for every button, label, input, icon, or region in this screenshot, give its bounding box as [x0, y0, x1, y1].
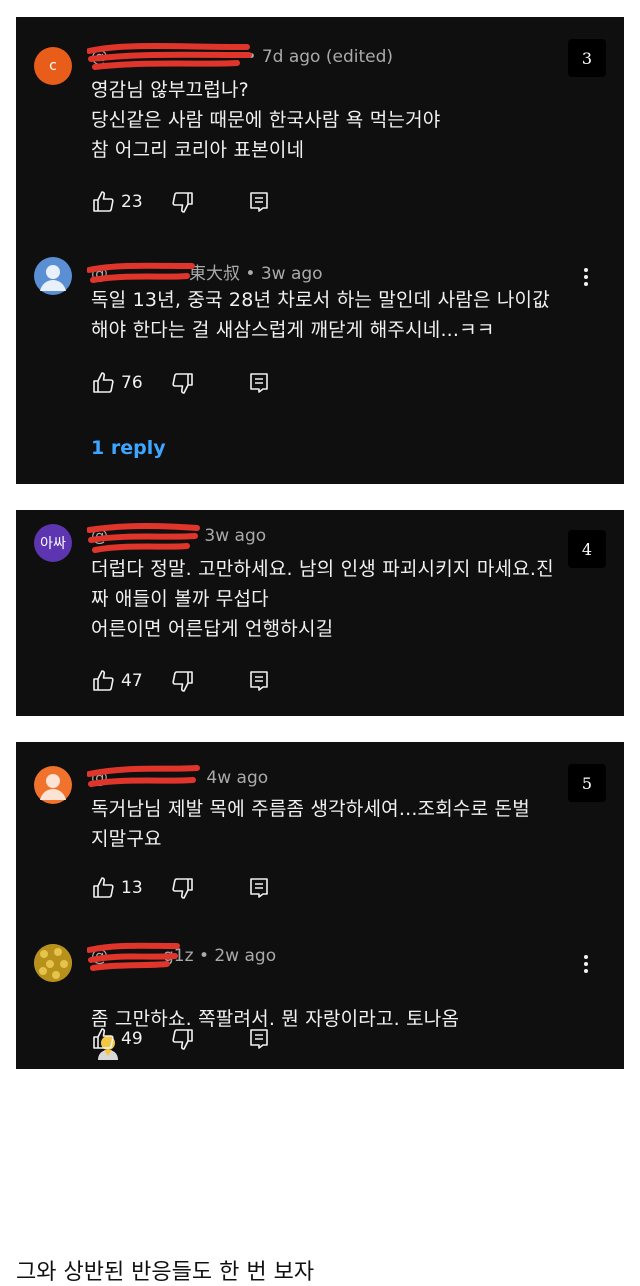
comment-reply-icon — [249, 373, 268, 393]
comment-author-tail: 東大叔 — [189, 264, 240, 284]
redaction-scribble — [87, 43, 252, 70]
like-count: 23 — [121, 192, 143, 212]
comment-meta: @ • 7d ago (edited) — [87, 43, 394, 70]
thumbs-down-icon — [172, 671, 193, 692]
comment-author[interactable]: @ — [87, 43, 252, 70]
comment-meta: @ g1z • 2w ago — [87, 942, 277, 971]
thumbs-down-icon — [172, 1029, 193, 1050]
comment-text: 독일 13년, 중국 28년 차로서 하는 말인데 사람은 나이값 해야 한다는… — [91, 289, 550, 341]
like-button[interactable]: 76 — [91, 371, 143, 395]
page-number-badge: 5 — [568, 764, 606, 802]
view-replies-link[interactable]: 1 reply — [91, 437, 166, 459]
comment-card-2: 4 아싸 @ 3w ago 더럽다 정말. 고만하세요. 남의 인생 파괴시키지… — [16, 510, 624, 716]
comment-card-3: 5 @ 4w ago 독거남님 제발 목에 주름좀 생각하세여...조회수로 돈… — [16, 742, 624, 1069]
thumbs-up-icon — [93, 877, 114, 898]
comment-author[interactable]: @ — [87, 942, 180, 971]
avatar[interactable]: 아싸 — [34, 524, 72, 562]
comment-actions: 23 — [91, 188, 271, 216]
comment-reply-icon — [249, 1029, 268, 1049]
like-button[interactable]: 23 — [91, 190, 143, 214]
reply-button[interactable] — [247, 190, 271, 214]
comment-text: 영감님 않부끄럽나? 당신같은 사람 때문에 한국사람 욕 먹는거야 참 어그리… — [91, 79, 441, 161]
comment-text: 더럽다 정말. 고만하세요. 남의 인생 파괴시키지 마세요.진 짜 애들이 볼… — [91, 558, 554, 640]
pattern-avatar-icon — [34, 944, 72, 982]
comment-time: • 3w ago — [245, 264, 323, 284]
dislike-button[interactable] — [171, 669, 195, 693]
comment-reply-icon — [249, 671, 268, 691]
comment-time: 3w ago — [204, 526, 267, 546]
comment-meta: @ 4w ago — [87, 765, 269, 788]
thumbs-down-icon — [172, 192, 193, 213]
like-count: 47 — [121, 671, 143, 691]
reply-button[interactable] — [247, 1027, 271, 1051]
comment-author[interactable]: @ — [87, 765, 201, 788]
like-count: 76 — [121, 373, 143, 393]
comment-time: • 2w ago — [198, 946, 277, 966]
comment-time: 4w ago — [206, 768, 269, 788]
comment-actions: 49 — [91, 1025, 271, 1053]
dislike-button[interactable] — [171, 1027, 195, 1051]
thumbs-up-icon — [93, 670, 114, 691]
comment-meta: @ 東大叔 • 3w ago — [87, 259, 323, 284]
like-button[interactable]: 49 — [91, 1027, 143, 1051]
like-button[interactable]: 13 — [91, 876, 143, 900]
thumbs-down-icon — [172, 373, 193, 394]
thumbs-down-icon — [172, 878, 193, 899]
page-number-badge: 4 — [568, 530, 606, 568]
comment-reply-icon — [249, 878, 268, 898]
page-number-badge: 3 — [568, 39, 606, 77]
comment-actions: 13 — [91, 874, 271, 902]
comment-author[interactable]: @ — [87, 523, 200, 553]
post-caption: 그와 상반된 반응들도 한 번 보자 — [16, 1260, 315, 1285]
comment-time: • 7d ago (edited) — [246, 47, 394, 67]
dislike-button[interactable] — [171, 190, 195, 214]
comment-actions: 47 — [91, 667, 271, 695]
avatar-letter: 아싸 — [40, 536, 66, 552]
thumbs-up-icon — [93, 372, 114, 393]
avatar[interactable] — [34, 944, 72, 982]
avatar[interactable] — [34, 257, 72, 295]
reply-button[interactable] — [247, 669, 271, 693]
comment-actions: 76 — [91, 369, 271, 397]
like-count: 49 — [121, 1029, 143, 1049]
dislike-button[interactable] — [171, 876, 195, 900]
avatar[interactable]: c — [34, 47, 72, 85]
reply-button[interactable] — [247, 371, 271, 395]
thumbs-up-icon — [93, 1028, 114, 1049]
comment-author[interactable]: @ — [87, 262, 195, 284]
avatar[interactable] — [34, 766, 72, 804]
comment-card-1: 3 c @ • 7d ago (edited) 영감님 않부끄럽나? 당신같은 … — [16, 17, 624, 484]
like-button[interactable]: 47 — [91, 669, 143, 693]
comment-reply-icon — [249, 192, 268, 212]
comment-text: 독거남님 제발 목에 주름좀 생각하세여...조회수로 돈벌 지말구요 — [91, 798, 530, 850]
dislike-button[interactable] — [171, 371, 195, 395]
thumbs-up-icon — [93, 191, 114, 212]
comment-author-tail: g1z — [163, 946, 194, 966]
more-options-icon[interactable] — [574, 952, 598, 976]
more-options-icon[interactable] — [574, 265, 598, 289]
default-user-icon — [40, 265, 66, 291]
like-count: 13 — [121, 878, 143, 898]
reply-button[interactable] — [247, 876, 271, 900]
default-user-icon — [40, 774, 66, 800]
comment-meta: @ 3w ago — [87, 523, 267, 553]
avatar-letter: c — [49, 58, 57, 74]
